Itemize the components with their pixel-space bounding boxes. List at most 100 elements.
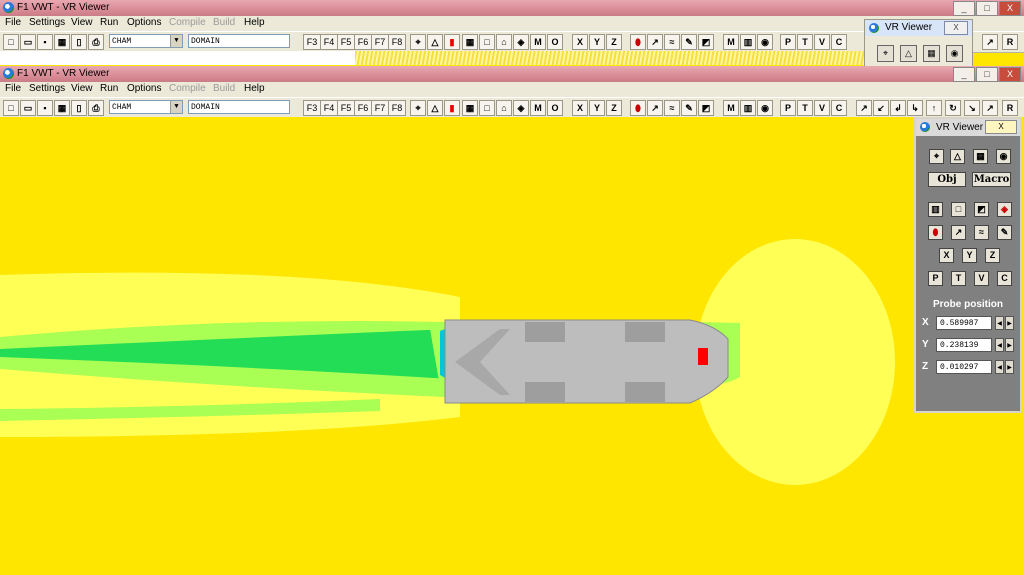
vr-z-button[interactable]: Z: [985, 248, 1000, 263]
bg-vr-probe-icon[interactable]: ⌖: [877, 45, 894, 62]
o-button[interactable]: O: [547, 100, 563, 116]
bg-menu-run[interactable]: Run: [100, 17, 118, 28]
bg-c-button[interactable]: C: [831, 34, 847, 50]
z-increase-icon[interactable]: ▶: [1005, 360, 1014, 374]
r-button[interactable]: R: [1002, 100, 1018, 116]
menu-run[interactable]: Run: [100, 83, 118, 94]
vr-frame-icon[interactable]: ▥: [928, 202, 943, 217]
f3-button[interactable]: F3: [303, 100, 321, 116]
bg-arrow-icon[interactable]: ↗: [647, 34, 663, 50]
bg-menu-view[interactable]: View: [71, 17, 93, 28]
combo-arrow-icon[interactable]: ▼: [170, 101, 182, 113]
bg-print-icon[interactable]: ⎙: [88, 34, 104, 50]
bg-p-button[interactable]: P: [780, 34, 796, 50]
bg-doc-icon[interactable]: ▯: [71, 34, 87, 50]
bg-menu-options[interactable]: Options: [127, 17, 161, 28]
bg-grid-icon[interactable]: ▦: [462, 34, 478, 50]
f7-button[interactable]: F7: [371, 100, 389, 116]
menu-file[interactable]: File: [5, 83, 21, 94]
menu-settings[interactable]: Settings: [29, 83, 65, 94]
probe-icon[interactable]: ⌖: [410, 100, 426, 116]
minimize-icon[interactable]: _: [953, 67, 975, 82]
bg-r-button[interactable]: R: [1002, 34, 1018, 50]
bg-streamline-icon[interactable]: ≈: [664, 34, 680, 50]
close-icon[interactable]: X: [999, 67, 1021, 82]
frame-icon[interactable]: ▥: [740, 100, 756, 116]
vr-viewer-panel[interactable]: VR Viewer X ⌖ △ ▦ ◉ Obj Macro ▥ □ ◩ ◈ ⬮ ↗…: [914, 117, 1022, 413]
vr-color-icon[interactable]: ⬮: [928, 225, 943, 240]
vr-p-button[interactable]: P: [928, 271, 943, 286]
object-combo[interactable]: CHAM ▼: [109, 100, 183, 114]
bg-y-button[interactable]: Y: [589, 34, 605, 50]
x-decrease-icon[interactable]: ◀: [995, 316, 1004, 330]
box-icon[interactable]: □: [479, 100, 495, 116]
image-icon[interactable]: ▦: [54, 100, 70, 116]
nav-zoom-icon[interactable]: ↗: [982, 100, 998, 116]
vr-x-button[interactable]: X: [939, 248, 954, 263]
p-button[interactable]: P: [780, 100, 796, 116]
bg-object-combo[interactable]: CHAM ▼: [109, 34, 183, 48]
vr-streamline-icon[interactable]: ≈: [974, 225, 989, 240]
macro-button[interactable]: Macro: [972, 172, 1011, 187]
vr-v-button[interactable]: V: [974, 271, 989, 286]
probe-y-stepper[interactable]: ◀ ▶: [995, 338, 1015, 352]
menu-options[interactable]: Options: [127, 83, 161, 94]
bg-box-icon[interactable]: □: [479, 34, 495, 50]
main-window-titlebar[interactable]: F1 VWT - VR Viewer: [0, 66, 1024, 82]
x-button[interactable]: X: [572, 100, 588, 116]
streamline-icon[interactable]: ≈: [664, 100, 680, 116]
bg-x-button[interactable]: X: [572, 34, 588, 50]
f6-button[interactable]: F6: [354, 100, 372, 116]
marker-icon[interactable]: ▮: [444, 100, 460, 116]
bg-marker-icon[interactable]: ▮: [444, 34, 460, 50]
vr-cube-icon[interactable]: ◩: [974, 202, 989, 217]
x-increase-icon[interactable]: ▶: [1005, 316, 1014, 330]
bg-vr-viewer-panel[interactable]: VR Viewer X ⌖ △ ▦ ◉: [864, 19, 973, 67]
menu-view[interactable]: View: [71, 83, 93, 94]
f8-button[interactable]: F8: [388, 100, 406, 116]
vr-grid-icon[interactable]: ▦: [973, 149, 988, 164]
bg-menu-settings[interactable]: Settings: [29, 17, 65, 28]
bg-m-button[interactable]: M: [530, 34, 546, 50]
bg-o-button[interactable]: O: [547, 34, 563, 50]
bg-t-button[interactable]: T: [797, 34, 813, 50]
y-increase-icon[interactable]: ▶: [1005, 338, 1014, 352]
bg-color-icon[interactable]: ⬮: [630, 34, 646, 50]
c-button[interactable]: C: [831, 100, 847, 116]
vr-vector-icon[interactable]: ↗: [951, 225, 966, 240]
bg-f7-button[interactable]: F7: [371, 34, 389, 50]
probe-x-stepper[interactable]: ◀ ▶: [995, 316, 1015, 330]
vr-y-button[interactable]: Y: [962, 248, 977, 263]
bg-z-button[interactable]: Z: [606, 34, 622, 50]
m2-button[interactable]: M: [723, 100, 739, 116]
bg-v-button[interactable]: V: [814, 34, 830, 50]
vr-close-icon[interactable]: X: [985, 120, 1017, 134]
bg-vr-camera-icon[interactable]: ◉: [946, 45, 963, 62]
nav-down-left-icon[interactable]: ↙: [873, 100, 889, 116]
nav-turn-left-icon[interactable]: ↲: [890, 100, 906, 116]
arrow-icon[interactable]: ↗: [647, 100, 663, 116]
bg-m2-button[interactable]: M: [723, 34, 739, 50]
probe-x-field[interactable]: 0.589987: [936, 316, 992, 330]
bg-f8-button[interactable]: F8: [388, 34, 406, 50]
bg-save-icon[interactable]: ▪: [37, 34, 53, 50]
bg-cube-icon[interactable]: ◈: [513, 34, 529, 50]
iso-icon[interactable]: ◩: [698, 100, 714, 116]
bg-vr-viewer-header[interactable]: VR Viewer X: [865, 20, 972, 36]
bg-maximize-icon[interactable]: □: [976, 1, 998, 16]
bg-close-icon[interactable]: X: [999, 1, 1021, 16]
save-icon[interactable]: ▪: [37, 100, 53, 116]
probe-z-field[interactable]: 0.010297: [936, 360, 992, 374]
nav-up-icon[interactable]: ↑: [926, 100, 942, 116]
grid-icon[interactable]: ▦: [462, 100, 478, 116]
bg-open-icon[interactable]: ▭: [20, 34, 36, 50]
new-icon[interactable]: □: [3, 100, 19, 116]
bg-f6-button[interactable]: F6: [354, 34, 372, 50]
cfd-canvas[interactable]: [0, 117, 1024, 575]
bg-combo-arrow-icon[interactable]: ▼: [170, 35, 182, 47]
vr-viewer-header[interactable]: VR Viewer X: [916, 119, 1020, 136]
bg-image-icon[interactable]: ▦: [54, 34, 70, 50]
y-decrease-icon[interactable]: ◀: [995, 338, 1004, 352]
nav-down-right-icon[interactable]: ↘: [964, 100, 980, 116]
contour-icon[interactable]: △: [427, 100, 443, 116]
